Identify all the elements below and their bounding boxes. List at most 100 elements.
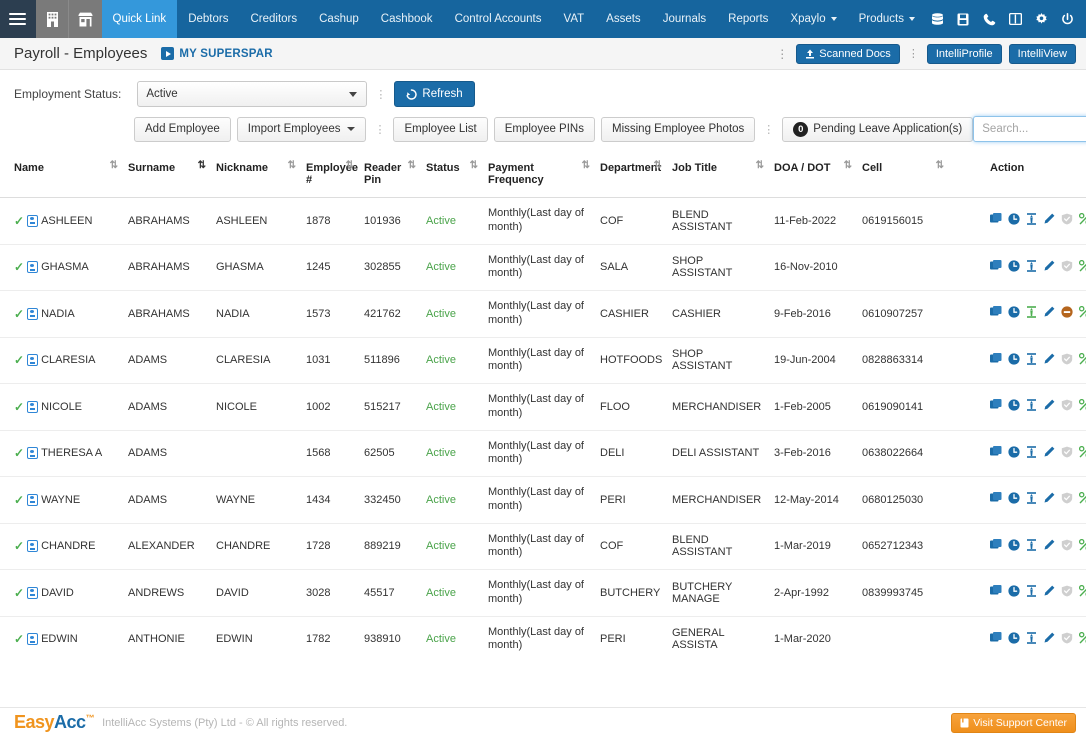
id-card-icon[interactable] bbox=[27, 400, 39, 413]
hamburger-menu-icon[interactable] bbox=[0, 0, 36, 38]
percent-icon[interactable] bbox=[1079, 631, 1086, 644]
shield-icon[interactable] bbox=[1061, 306, 1073, 318]
person-tie-icon[interactable] bbox=[1026, 631, 1037, 644]
titlebar-more-dots[interactable]: ⋮ bbox=[907, 47, 920, 60]
id-card-icon[interactable] bbox=[27, 261, 39, 274]
column-header-surname[interactable]: Surname ⇅ bbox=[122, 152, 210, 198]
percent-icon[interactable] bbox=[1079, 306, 1086, 318]
notes-icon[interactable] bbox=[990, 306, 1002, 318]
nav-item-debtors[interactable]: Debtors bbox=[177, 0, 239, 38]
notes-icon[interactable] bbox=[990, 631, 1002, 644]
notes-icon[interactable] bbox=[990, 352, 1002, 365]
store-icon[interactable] bbox=[68, 0, 102, 38]
table-row[interactable]: ✓ WAYNE ADAMS WAYNE 1434 332450 Active M… bbox=[0, 476, 1086, 524]
percent-icon[interactable] bbox=[1079, 213, 1086, 225]
nav-item-xpaylo[interactable]: Xpaylo bbox=[779, 0, 847, 38]
gear-icon[interactable] bbox=[1030, 0, 1052, 38]
id-card-icon[interactable] bbox=[27, 214, 39, 227]
column-header-job-title[interactable]: Job Title ⇅ bbox=[666, 152, 768, 198]
person-tie-icon[interactable] bbox=[1026, 306, 1037, 319]
clock-icon[interactable] bbox=[1008, 260, 1020, 272]
pencil-icon[interactable] bbox=[1043, 353, 1055, 365]
sort-icon[interactable]: ⇅ bbox=[288, 161, 296, 171]
id-card-icon[interactable] bbox=[27, 447, 39, 460]
power-icon[interactable] bbox=[1056, 0, 1078, 38]
notes-icon[interactable] bbox=[990, 399, 1002, 411]
person-tie-icon[interactable] bbox=[1026, 352, 1037, 365]
id-card-icon[interactable] bbox=[27, 540, 39, 553]
nav-item-cashup[interactable]: Cashup bbox=[308, 0, 370, 38]
id-card-icon[interactable] bbox=[27, 493, 39, 506]
id-card-icon[interactable] bbox=[27, 633, 39, 646]
pencil-icon[interactable] bbox=[1043, 539, 1055, 551]
nav-item-cashbook[interactable]: Cashbook bbox=[370, 0, 444, 38]
table-row[interactable]: ✓ CLARESIA ADAMS CLARESIA 1031 511896 Ac… bbox=[0, 337, 1086, 384]
shield-icon[interactable] bbox=[1061, 213, 1073, 225]
column-header-name[interactable]: Name ⇅ bbox=[0, 152, 122, 198]
id-card-icon[interactable] bbox=[27, 307, 39, 320]
sort-icon[interactable]: ⇅ bbox=[470, 161, 478, 171]
table-row[interactable]: ✓ THERESA A ADAMS 1568 62505 Active Mont… bbox=[0, 430, 1086, 477]
pencil-icon[interactable] bbox=[1043, 306, 1055, 318]
person-tie-icon[interactable] bbox=[1026, 213, 1037, 226]
table-row[interactable]: ✓ CHANDRE ALEXANDER CHANDRE 1728 889219 … bbox=[0, 523, 1086, 570]
id-card-icon[interactable] bbox=[27, 586, 39, 599]
column-header-department[interactable]: Department ⇅ bbox=[594, 152, 666, 198]
shield-icon[interactable] bbox=[1061, 585, 1073, 597]
clock-icon[interactable] bbox=[1008, 399, 1020, 411]
table-row[interactable]: ✓ NICOLE ADAMS NICOLE 1002 515217 Active… bbox=[0, 383, 1086, 431]
intelliview-button[interactable]: IntelliView bbox=[1008, 43, 1076, 64]
window-icon[interactable] bbox=[1004, 0, 1026, 38]
column-header-doa-dot[interactable]: DOA / DOT ⇅ bbox=[768, 152, 856, 198]
table-row[interactable]: ✓ EDWIN ANTHONIE EDWIN 1782 938910 Activ… bbox=[0, 616, 1086, 652]
pencil-icon[interactable] bbox=[1043, 399, 1055, 411]
shield-icon[interactable] bbox=[1061, 260, 1073, 272]
percent-icon[interactable] bbox=[1079, 538, 1086, 551]
table-row[interactable]: ✓ ASHLEEN ABRAHAMS ASHLEEN 1878 101936 A… bbox=[0, 197, 1086, 245]
clock-icon[interactable] bbox=[1008, 306, 1020, 318]
person-tie-icon[interactable] bbox=[1026, 259, 1037, 272]
sort-icon-asc[interactable]: ⇅ bbox=[198, 161, 206, 171]
person-tie-icon[interactable] bbox=[1026, 538, 1037, 551]
pencil-icon[interactable] bbox=[1043, 213, 1055, 225]
sort-icon[interactable]: ⇅ bbox=[110, 161, 118, 171]
nav-item-creditors[interactable]: Creditors bbox=[239, 0, 308, 38]
percent-icon[interactable] bbox=[1079, 399, 1086, 411]
percent-icon[interactable] bbox=[1079, 352, 1086, 365]
column-header-reader-pin[interactable]: Reader Pin ⇅ bbox=[358, 152, 420, 198]
sort-icon[interactable]: ⇅ bbox=[844, 161, 852, 171]
visit-support-center-button[interactable]: Visit Support Center bbox=[951, 712, 1076, 733]
sort-icon[interactable]: ⇅ bbox=[346, 161, 354, 171]
database-icon[interactable] bbox=[926, 0, 948, 38]
pencil-icon[interactable] bbox=[1043, 260, 1055, 272]
clock-icon[interactable] bbox=[1008, 446, 1020, 458]
table-row[interactable]: ✓ NADIA ABRAHAMS NADIA 1573 421762 Activ… bbox=[0, 290, 1086, 338]
column-header-nickname[interactable]: Nickname ⇅ bbox=[210, 152, 300, 198]
notes-icon[interactable] bbox=[990, 445, 1002, 458]
nav-item-journals[interactable]: Journals bbox=[652, 0, 717, 38]
person-tie-icon[interactable] bbox=[1026, 585, 1037, 598]
sort-icon[interactable]: ⇅ bbox=[936, 161, 944, 171]
scanned-docs-button[interactable]: Scanned Docs bbox=[796, 43, 900, 64]
percent-icon[interactable] bbox=[1079, 492, 1086, 504]
shield-icon[interactable] bbox=[1061, 632, 1073, 644]
person-tie-icon[interactable] bbox=[1026, 399, 1037, 412]
nav-item-products[interactable]: Products bbox=[848, 0, 926, 38]
pencil-icon[interactable] bbox=[1043, 446, 1055, 458]
notes-icon[interactable] bbox=[990, 213, 1002, 225]
import-employees-button[interactable]: Import Employees bbox=[236, 116, 367, 142]
sort-icon[interactable]: ⇅ bbox=[654, 161, 662, 171]
nav-item-vat[interactable]: VAT bbox=[553, 0, 596, 38]
clock-icon[interactable] bbox=[1008, 539, 1020, 551]
pencil-icon[interactable] bbox=[1043, 632, 1055, 644]
percent-icon[interactable] bbox=[1079, 585, 1086, 597]
percent-icon[interactable] bbox=[1079, 445, 1086, 458]
column-header-status[interactable]: Status ⇅ bbox=[420, 152, 482, 198]
clock-icon[interactable] bbox=[1008, 213, 1020, 225]
nav-item-reports[interactable]: Reports bbox=[717, 0, 779, 38]
person-tie-icon[interactable] bbox=[1026, 492, 1037, 505]
company-selector[interactable]: MY SUPERSPAR bbox=[161, 47, 273, 60]
pencil-icon[interactable] bbox=[1043, 492, 1055, 504]
employee-pins-button[interactable]: Employee PINs bbox=[493, 116, 595, 142]
notes-icon[interactable] bbox=[990, 585, 1002, 597]
